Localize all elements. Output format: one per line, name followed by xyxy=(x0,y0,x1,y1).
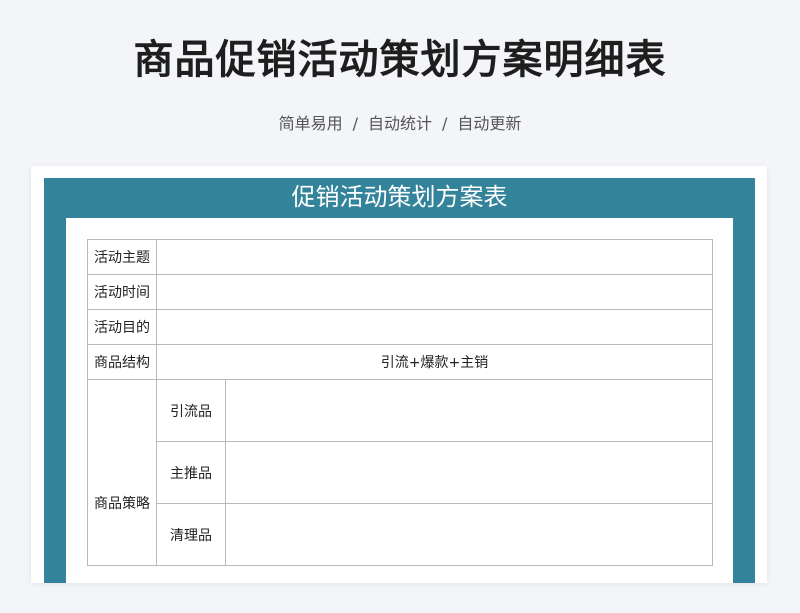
strategy-item-featured: 主推品 xyxy=(156,441,226,504)
plan-table: 活动主题 活动时间 活动目的 商品结构 引流+爆款+主销 商品策略 引流品 主推… xyxy=(87,239,713,566)
table-row: 主推品 xyxy=(88,441,713,504)
feature-auto-stats: 自动统计 xyxy=(367,114,432,133)
featured-value-cell[interactable] xyxy=(225,441,713,504)
structure-label: 商品结构 xyxy=(87,344,157,380)
page-title: 商品促销活动策划方案明细表 xyxy=(133,37,667,83)
strategy-item-traffic: 引流品 xyxy=(156,379,226,442)
strategy-item-clearance: 清理品 xyxy=(156,503,226,566)
table-row: 活动主题 xyxy=(87,239,713,275)
time-value-cell[interactable] xyxy=(156,274,713,310)
theme-value-cell[interactable] xyxy=(156,239,713,275)
sheet-body: 活动主题 活动时间 活动目的 商品结构 引流+爆款+主销 商品策略 引流品 主推… xyxy=(66,218,733,583)
structure-value-cell[interactable]: 引流+爆款+主销 xyxy=(156,344,713,380)
table-row: 商品结构 引流+爆款+主销 xyxy=(87,344,713,380)
goal-label: 活动目的 xyxy=(87,309,157,345)
table-row: 商品策略 引流品 xyxy=(87,379,713,566)
table-row: 活动目的 xyxy=(87,309,713,345)
clearance-value-cell[interactable] xyxy=(225,503,713,566)
document-preview: 促销活动策划方案表 活动主题 活动时间 活动目的 商品结构 引流+爆款+主销 商… xyxy=(31,166,767,583)
traffic-value-cell[interactable] xyxy=(225,379,713,442)
theme-label: 活动主题 xyxy=(87,239,157,275)
feature-tagline: 简单易用 / 自动统计 / 自动更新 xyxy=(0,113,800,135)
sheet-title: 促销活动策划方案表 xyxy=(291,183,508,211)
strategy-label: 商品策略 xyxy=(87,379,157,566)
goal-value-cell[interactable] xyxy=(156,309,713,345)
table-row: 活动时间 xyxy=(87,274,713,310)
separator: / xyxy=(352,114,358,133)
sheet-frame: 促销活动策划方案表 活动主题 活动时间 活动目的 商品结构 引流+爆款+主销 商… xyxy=(44,178,755,583)
time-label: 活动时间 xyxy=(87,274,157,310)
feature-auto-update: 自动更新 xyxy=(457,114,522,133)
feature-easy: 简单易用 xyxy=(278,114,343,133)
separator: / xyxy=(442,114,448,133)
table-row: 清理品 xyxy=(88,503,713,566)
